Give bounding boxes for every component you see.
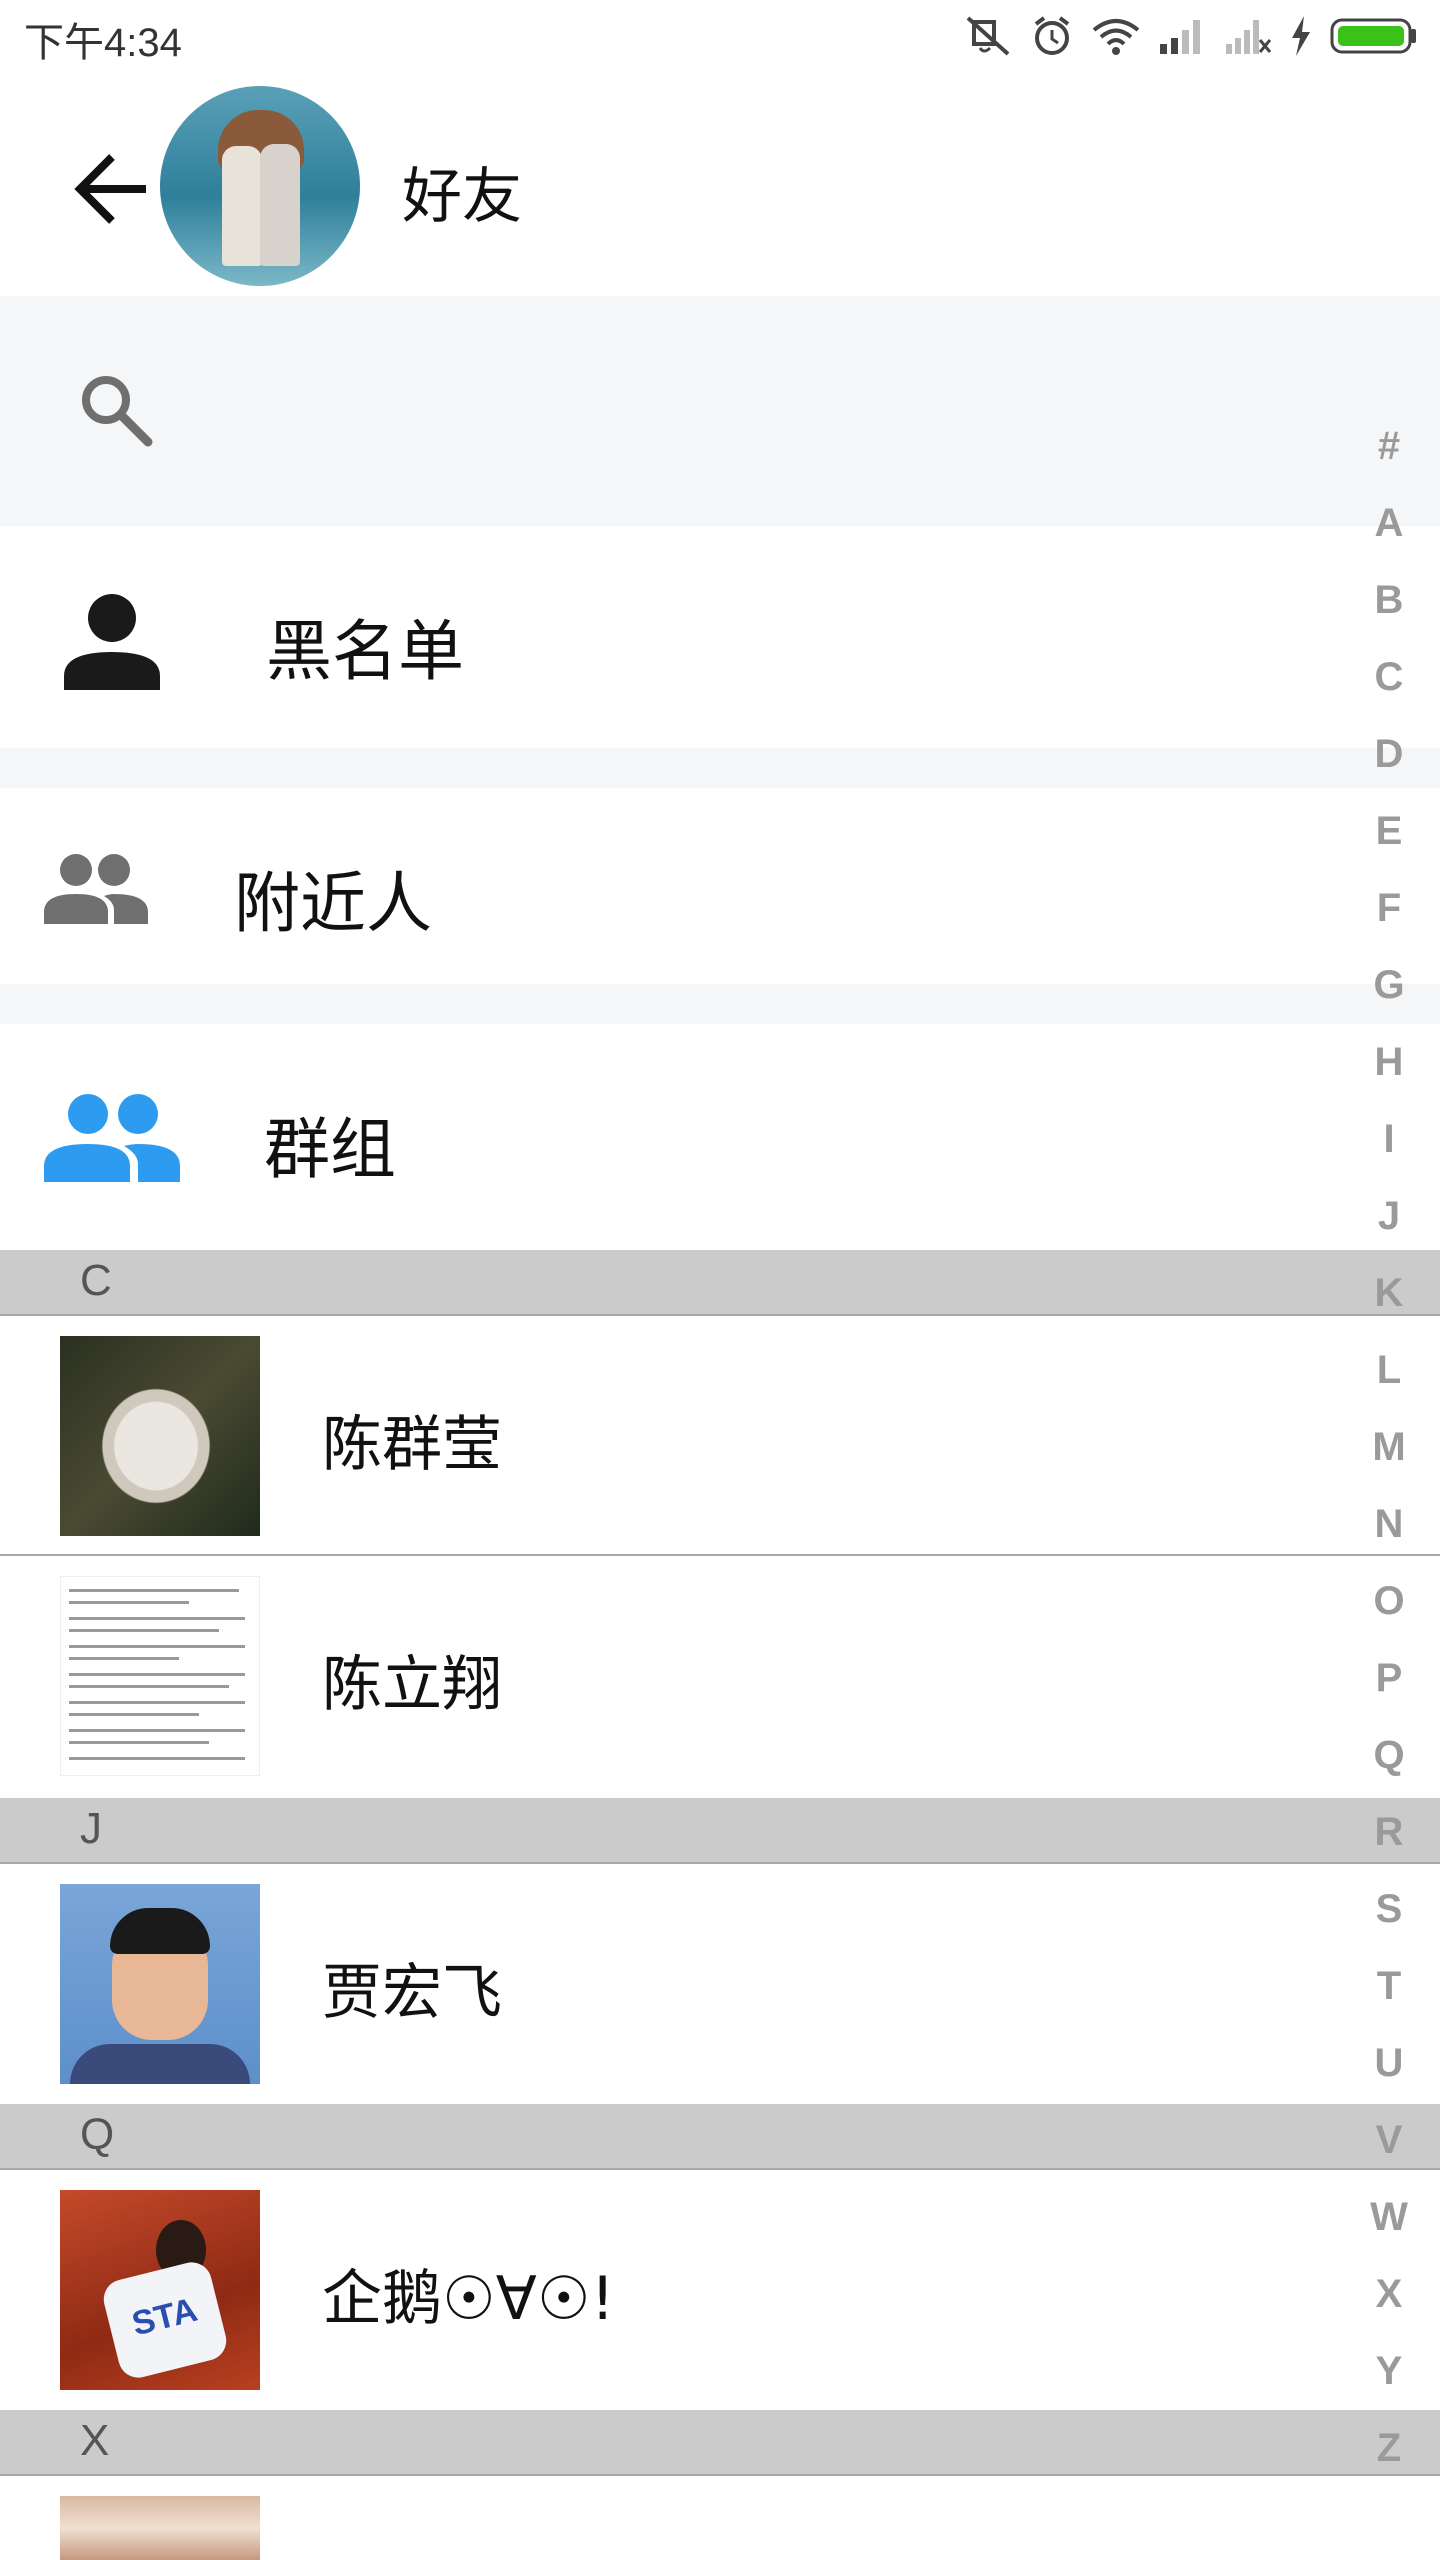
people-icon — [44, 854, 148, 924]
section-header-j: J — [0, 1798, 1440, 1864]
section-header-q: Q — [0, 2104, 1440, 2170]
index-letter[interactable]: M — [1372, 1409, 1405, 1486]
person-icon — [64, 594, 160, 690]
groups-label: 群组 — [264, 1111, 396, 1188]
page-title: 好友 — [402, 162, 522, 232]
section-header-c: C — [0, 1250, 1440, 1316]
index-letter[interactable]: X — [1376, 2256, 1403, 2333]
index-letter[interactable]: # — [1378, 408, 1400, 485]
search-input[interactable] — [180, 356, 1280, 466]
index-letter[interactable]: N — [1375, 1486, 1404, 1563]
status-bar: 下午4:34 — [0, 0, 1440, 72]
contact-row[interactable] — [0, 2476, 1440, 2560]
mute-icon — [966, 16, 1010, 56]
status-icons — [964, 12, 1418, 60]
contact-row[interactable]: 陈群莹 — [0, 1316, 1440, 1556]
index-letter[interactable]: E — [1376, 793, 1403, 870]
index-letter[interactable]: G — [1373, 947, 1404, 1024]
index-letter[interactable]: C — [1375, 639, 1404, 716]
arrow-left-icon — [74, 154, 146, 224]
header-avatar[interactable] — [160, 86, 360, 286]
section-letter: Q — [80, 2110, 115, 2159]
contact-avatar — [60, 2496, 260, 2560]
contact-avatar — [60, 1336, 260, 1536]
index-letter[interactable]: P — [1376, 1640, 1403, 1717]
section-letter: C — [80, 1256, 112, 1305]
status-time: 下午4:34 — [24, 21, 182, 65]
contact-name: 企鹅☉∀☉! — [322, 2264, 615, 2334]
search-icon — [82, 376, 153, 447]
contact-row[interactable]: STA 企鹅☉∀☉! — [0, 2170, 1440, 2410]
index-letter[interactable]: B — [1375, 562, 1404, 639]
blacklist-row[interactable]: 黑名单 — [0, 526, 1440, 748]
group-icon — [44, 1094, 180, 1182]
signal-icon — [1160, 20, 1200, 54]
battery-icon — [1330, 18, 1416, 54]
index-letter[interactable]: Q — [1373, 1717, 1404, 1794]
index-letter[interactable]: L — [1377, 1332, 1401, 1409]
charging-icon — [1292, 16, 1310, 56]
index-letter[interactable]: W — [1370, 2179, 1408, 2256]
index-letter[interactable]: V — [1376, 2102, 1403, 2179]
divider — [0, 748, 1440, 788]
contact-name: 贾宏飞 — [322, 1958, 502, 2028]
index-letter[interactable]: S — [1376, 1871, 1403, 1948]
wifi-icon — [1092, 19, 1140, 55]
index-letter[interactable]: R — [1375, 1794, 1404, 1871]
index-letter[interactable]: Y — [1376, 2333, 1403, 2410]
signal-no-sim-icon — [1226, 20, 1272, 54]
nearby-label: 附近人 — [234, 865, 432, 942]
contact-avatar — [60, 1884, 260, 2084]
index-letter[interactable]: K — [1375, 1255, 1404, 1332]
index-letter[interactable]: T — [1377, 1948, 1401, 2025]
contact-avatar — [60, 1576, 260, 1776]
search-bar — [0, 296, 1440, 526]
section-letter: X — [80, 2416, 110, 2465]
groups-row[interactable]: 群组 — [0, 1024, 1440, 1250]
app-header: 好友 — [0, 72, 1440, 296]
index-letter[interactable]: U — [1375, 2025, 1404, 2102]
index-letter[interactable]: Z — [1377, 2410, 1401, 2487]
contact-row[interactable]: 贾宏飞 — [0, 1864, 1440, 2104]
blacklist-label: 黑名单 — [266, 613, 464, 690]
contact-name: 陈立翔 — [322, 1650, 502, 1720]
nearby-row[interactable]: 附近人 — [0, 788, 1440, 984]
index-letter[interactable]: J — [1378, 1178, 1400, 1255]
index-letter[interactable]: I — [1383, 1101, 1394, 1178]
alarm-icon — [1034, 16, 1070, 55]
index-letter[interactable]: O — [1373, 1563, 1404, 1640]
contact-row[interactable]: 陈立翔 — [0, 1556, 1440, 1798]
index-letter[interactable]: F — [1377, 870, 1401, 947]
alphabet-index[interactable]: # A B C D E F G H I J K L M N O P Q R S T U V W X Y Z — [1348, 408, 1430, 2487]
index-letter[interactable]: A — [1375, 485, 1404, 562]
section-header-x: X — [0, 2410, 1440, 2476]
contact-avatar: STA — [60, 2190, 260, 2390]
section-letter: J — [80, 1804, 102, 1853]
index-letter[interactable]: D — [1375, 716, 1404, 793]
divider — [0, 984, 1440, 1024]
index-letter[interactable]: H — [1375, 1024, 1404, 1101]
back-button[interactable] — [68, 144, 158, 234]
contact-name: 陈群莹 — [322, 1410, 502, 1480]
